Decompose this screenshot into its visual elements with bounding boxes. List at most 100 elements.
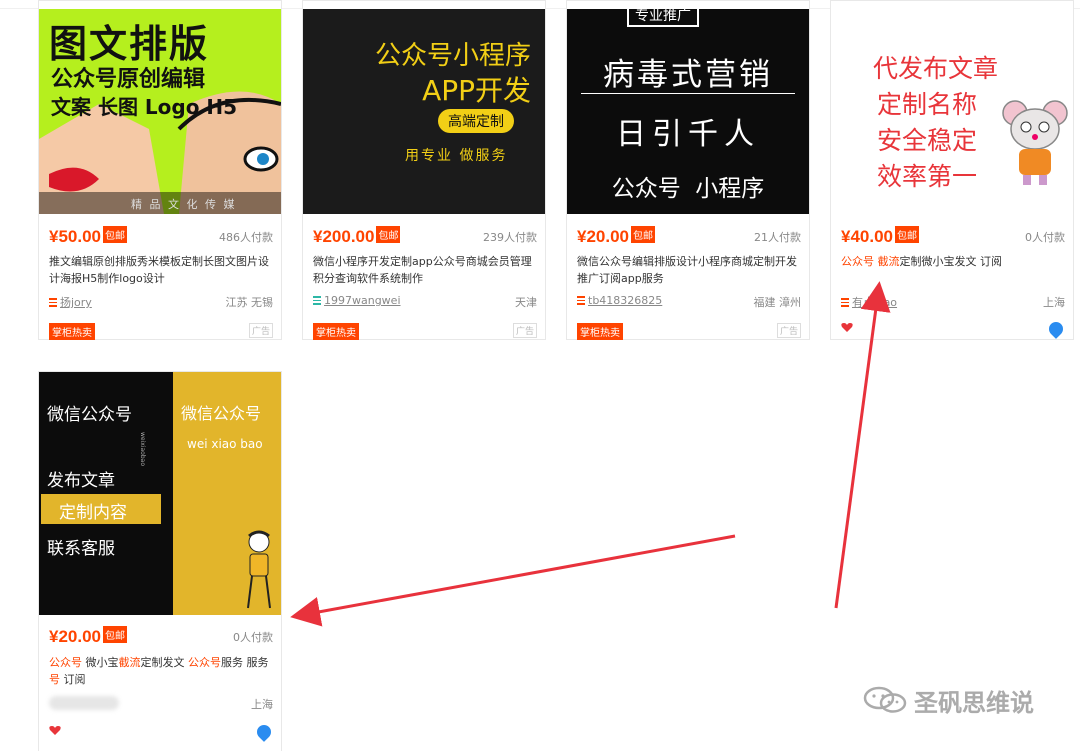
watermark: 圣矾思维说 bbox=[862, 685, 1034, 717]
product-thumbnail[interactable]: 公众号小程序 APP开发 高端定制 用专业 做服务 bbox=[303, 9, 545, 214]
thumb-top-label: 专业推广 bbox=[627, 9, 699, 27]
title-keyword[interactable]: 截流 bbox=[878, 255, 900, 268]
mouse-mascot-icon bbox=[1002, 100, 1068, 185]
product-card[interactable]: 公众号小程序 APP开发 高端定制 用专业 做服务 ¥200.00 包邮 239人… bbox=[302, 0, 546, 340]
shop-row: 扬jory 江苏 无锡 bbox=[49, 294, 273, 310]
sales-count: 0人付款 bbox=[233, 631, 273, 644]
price: ¥20.00 bbox=[577, 227, 629, 246]
product-title[interactable]: 公众号 微小宝截流定制发文 公众号服务 服务号 订阅 bbox=[49, 654, 271, 688]
shop-location: 上海 bbox=[1043, 296, 1065, 309]
sales-count: 21人付款 bbox=[754, 231, 801, 244]
title-text[interactable]: 订阅 bbox=[60, 673, 85, 686]
sales-count: 0人付款 bbox=[1025, 231, 1065, 244]
shop-icon bbox=[313, 296, 321, 305]
water-drop-icon[interactable] bbox=[1046, 319, 1066, 339]
product-card[interactable]: 代发布文章 定制名称 安全稳定 效率第一 ¥40.00 包邮 0人付款 公众号 截… bbox=[830, 0, 1074, 340]
heart-icon bbox=[841, 323, 853, 332]
badge-row bbox=[49, 722, 274, 742]
title-keyword[interactable]: 公众号 bbox=[188, 656, 221, 669]
thumb-line: 发布文章 bbox=[47, 471, 115, 491]
girl-mascot-icon bbox=[247, 530, 271, 609]
price: ¥40.00 bbox=[841, 227, 893, 246]
shop-name-link[interactable]: tb418326825 bbox=[588, 294, 662, 307]
free-shipping-badge: 包邮 bbox=[103, 626, 127, 643]
product-title[interactable]: 公众号 截流定制微小宝发文 订阅 bbox=[841, 253, 1063, 270]
thumb-line: 定制内容 bbox=[59, 503, 127, 523]
shop-row: 上海 bbox=[49, 696, 273, 712]
thumb-text-block: 代发布文章 定制名称 安全稳定 效率第一 bbox=[873, 51, 998, 195]
thumb-headline: 公众号小程序 bbox=[374, 41, 531, 71]
blurred-shop-name bbox=[49, 696, 119, 710]
shop-icon bbox=[577, 296, 585, 305]
title-text[interactable]: 定制发文 bbox=[141, 656, 189, 669]
thumb-line: 定制名称 bbox=[877, 90, 978, 119]
shop-location: 江苏 无锡 bbox=[225, 296, 274, 309]
badge-row bbox=[841, 319, 1066, 339]
title-text[interactable]: 微信公众号编辑排版设计小程序商城定制开发推广订阅app服务 bbox=[577, 255, 797, 285]
title-text[interactable]: 微信小程序开发定制app公众号商城会员管理积分查询软件系统制作 bbox=[313, 255, 532, 285]
ad-label: 广告 bbox=[776, 323, 801, 338]
thumb-subline: 用专业 做服务 bbox=[405, 148, 508, 164]
price-row: ¥40.00 包邮 0人付款 bbox=[841, 226, 1065, 246]
hot-seller-badge: 掌柜热卖 bbox=[577, 323, 623, 340]
product-thumbnail[interactable]: 微信公众号 发布文章 定制内容 联系客服 weixiaobao 微信公众号 we… bbox=[39, 372, 281, 615]
hot-seller-badge: 掌柜热卖 bbox=[313, 323, 359, 340]
shop-name-link[interactable]: 1997wangwei bbox=[324, 294, 401, 307]
title-text[interactable]: 推文编辑原创排版秀米模板定制长图文图片设计海报H5制作logo设计 bbox=[49, 255, 269, 285]
shop-row: 1997wangwei 天津 bbox=[313, 294, 537, 310]
product-title[interactable]: 微信小程序开发定制app公众号商城会员管理积分查询软件系统制作 bbox=[313, 253, 535, 287]
product-card[interactable]: 图文排版 公众号原创编辑 文案 长图 Logo H5 精 品 文 化 传 媒 ¥… bbox=[38, 0, 282, 340]
badge-row: 掌柜热卖 广告 bbox=[577, 321, 801, 340]
shop-icon bbox=[49, 298, 57, 307]
shop-name-link[interactable]: 扬jory bbox=[60, 296, 92, 309]
title-keyword[interactable]: 号 bbox=[49, 673, 60, 686]
heart-icon bbox=[49, 726, 61, 735]
price-row: ¥50.00 包邮 486人付款 bbox=[49, 226, 273, 246]
thumb-line: 代发布文章 bbox=[873, 54, 999, 83]
shop-name-link[interactable]: 有点xiao bbox=[852, 296, 897, 309]
price: ¥20.00 bbox=[49, 627, 101, 646]
free-shipping-badge: 包邮 bbox=[631, 226, 655, 243]
product-card[interactable]: 微信公众号 发布文章 定制内容 联系客服 weixiaobao 微信公众号 we… bbox=[38, 371, 282, 751]
product-thumbnail[interactable]: 图文排版 公众号原创编辑 文案 长图 Logo H5 精 品 文 化 传 媒 bbox=[39, 9, 281, 214]
title-text[interactable]: 定制微小宝发文 订阅 bbox=[900, 255, 1003, 268]
shop-row: 有点xiao 上海 bbox=[841, 294, 1065, 310]
thumb-line: 文案 长图 Logo H5 bbox=[51, 95, 238, 119]
shop-icon bbox=[841, 298, 849, 307]
product-title[interactable]: 微信公众号编辑排版设计小程序商城定制开发推广订阅app服务 bbox=[577, 253, 799, 287]
thumb-line: 日引千人 bbox=[616, 117, 760, 152]
thumb-line: APP开发 bbox=[422, 74, 531, 107]
thumb-headline: 病毒式营销 bbox=[603, 57, 773, 93]
thumb-line: 效率第一 bbox=[877, 162, 978, 191]
thumb-vertical-text: weixiaobao bbox=[139, 432, 146, 466]
thumb-line: 公众号原创编辑 bbox=[51, 67, 206, 92]
thumb-line: 微信公众号 bbox=[181, 404, 262, 423]
thumb-headline: 图文排版 bbox=[49, 22, 210, 66]
watermark-text: 圣矾思维说 bbox=[914, 688, 1034, 717]
shop-location: 福建 漳州 bbox=[753, 296, 802, 309]
hot-seller-badge: 掌柜热卖 bbox=[49, 323, 95, 340]
shop-row: tb418326825 福建 漳州 bbox=[577, 294, 801, 310]
product-thumbnail[interactable]: 代发布文章 定制名称 安全稳定 效率第一 bbox=[831, 9, 1073, 214]
product-title[interactable]: 推文编辑原创排版秀米模板定制长图文图片设计海报H5制作logo设计 bbox=[49, 253, 271, 287]
title-keyword[interactable]: 截流 bbox=[119, 656, 141, 669]
thumb-divider bbox=[581, 93, 795, 94]
sales-count: 486人付款 bbox=[219, 231, 273, 244]
product-thumbnail[interactable]: 专业推广 病毒式营销 日引千人 公众号 小程序 bbox=[567, 9, 809, 214]
ad-label: 广告 bbox=[248, 323, 273, 338]
wechat-icon bbox=[863, 686, 907, 713]
title-keyword[interactable]: 公众号 bbox=[841, 255, 874, 268]
price-row: ¥200.00 包邮 239人付款 bbox=[313, 226, 537, 246]
thumb-line: 微信公众号 bbox=[47, 405, 132, 425]
title-text[interactable]: 服务 服务 bbox=[221, 656, 269, 669]
product-card[interactable]: 专业推广 病毒式营销 日引千人 公众号 小程序 ¥20.00 包邮 21人付款 微… bbox=[566, 0, 810, 340]
title-keyword[interactable]: 公众号 bbox=[49, 656, 82, 669]
thumb-line: 公众号 小程序 bbox=[611, 176, 765, 202]
free-shipping-badge: 包邮 bbox=[103, 226, 127, 243]
sales-count: 239人付款 bbox=[483, 231, 537, 244]
thumb-line: 安全稳定 bbox=[877, 126, 978, 155]
price: ¥50.00 bbox=[49, 227, 101, 246]
title-text[interactable]: 微小宝 bbox=[82, 656, 118, 669]
thumb-pill: 高端定制 bbox=[438, 109, 514, 133]
water-drop-icon[interactable] bbox=[254, 722, 274, 742]
